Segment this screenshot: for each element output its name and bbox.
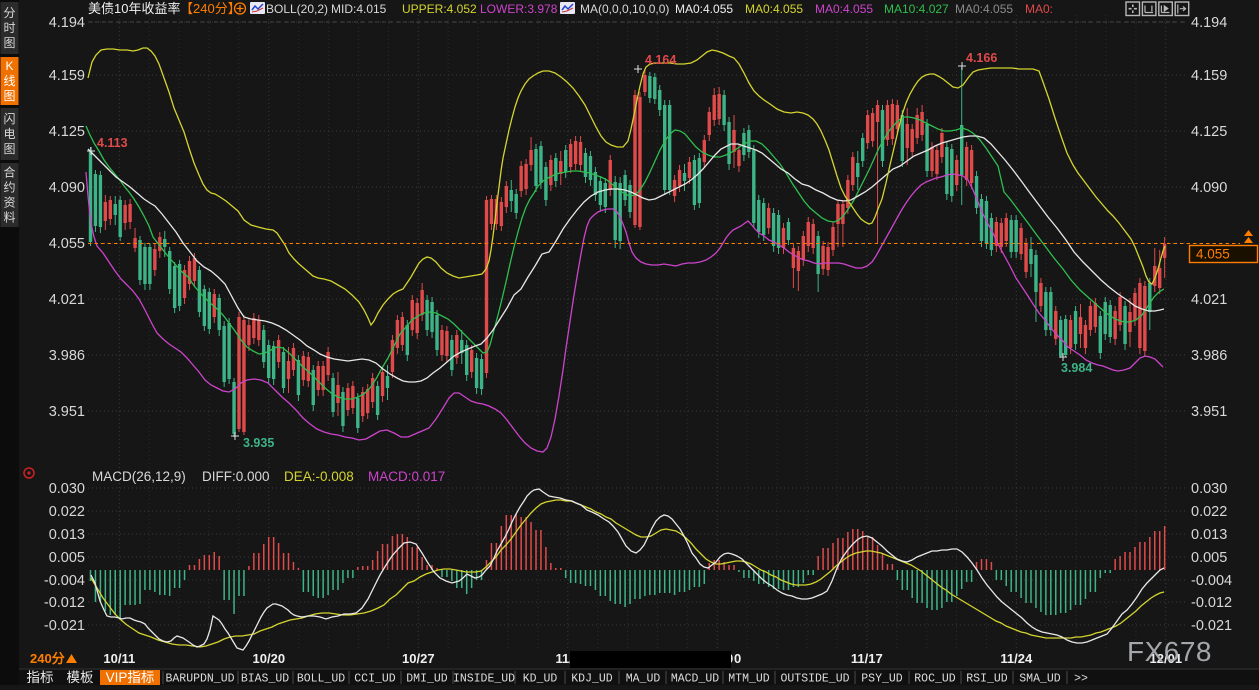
svg-text:4.055: 4.055 bbox=[1196, 243, 1230, 263]
svg-text:MA0:: MA0: bbox=[1025, 0, 1053, 17]
svg-text:MA0:4.055: MA0:4.055 bbox=[675, 0, 733, 17]
svg-text:4.021: 4.021 bbox=[49, 288, 85, 309]
svg-text:10/27: 10/27 bbox=[402, 648, 435, 667]
svg-text:3.984: 3.984 bbox=[1061, 357, 1092, 376]
svg-text:0.013: 0.013 bbox=[49, 523, 85, 544]
svg-text:4.021: 4.021 bbox=[1191, 288, 1227, 309]
svg-text:0.005: 0.005 bbox=[49, 546, 85, 567]
svg-text:图: 图 bbox=[3, 140, 15, 157]
svg-text:0.013: 0.013 bbox=[1191, 523, 1227, 544]
svg-text:3.986: 3.986 bbox=[1191, 344, 1227, 365]
svg-text:PSY_UD: PSY_UD bbox=[861, 673, 903, 686]
svg-text:【240分】: 【240分】 bbox=[180, 0, 241, 17]
svg-text:0.030: 0.030 bbox=[49, 477, 85, 498]
svg-text:-0.012: -0.012 bbox=[44, 591, 85, 612]
svg-text:4.159: 4.159 bbox=[49, 64, 85, 85]
svg-text:4.164: 4.164 bbox=[645, 49, 676, 68]
svg-text:3.986: 3.986 bbox=[49, 344, 85, 365]
svg-text:MACD_UD: MACD_UD bbox=[671, 673, 719, 686]
svg-text:美债10年收益率: 美债10年收益率 bbox=[88, 0, 180, 17]
svg-text:MA0:4.055: MA0:4.055 bbox=[745, 0, 803, 17]
svg-text:RSI_UD: RSI_UD bbox=[966, 673, 1008, 686]
svg-text:3.935: 3.935 bbox=[243, 432, 274, 451]
svg-text:3.951: 3.951 bbox=[49, 400, 85, 421]
svg-text:4.166: 4.166 bbox=[966, 47, 997, 66]
svg-text:DIFF:0.000: DIFF:0.000 bbox=[202, 465, 270, 485]
svg-text:MA0:4.055: MA0:4.055 bbox=[955, 0, 1013, 17]
svg-text:图: 图 bbox=[3, 34, 15, 51]
svg-text:图: 图 bbox=[3, 87, 15, 104]
svg-text:MA10:4.027: MA10:4.027 bbox=[884, 0, 949, 17]
svg-text:4.090: 4.090 bbox=[49, 176, 85, 197]
svg-text:11/17: 11/17 bbox=[851, 648, 883, 667]
svg-text:0.022: 0.022 bbox=[1191, 500, 1227, 521]
svg-text:OUTSIDE_UD: OUTSIDE_UD bbox=[780, 673, 849, 686]
svg-text:MACD(26,12,9): MACD(26,12,9) bbox=[92, 465, 186, 485]
svg-text:4.194: 4.194 bbox=[1191, 11, 1227, 32]
svg-text:4.125: 4.125 bbox=[1191, 120, 1227, 141]
svg-text:MACD:0.017: MACD:0.017 bbox=[368, 465, 445, 485]
svg-text:MTM_UD: MTM_UD bbox=[728, 673, 770, 686]
svg-text:CCI_UD: CCI_UD bbox=[354, 673, 396, 686]
svg-text:INSIDE_UD: INSIDE_UD bbox=[453, 673, 515, 686]
svg-text:KDJ_UD: KDJ_UD bbox=[571, 673, 613, 686]
svg-text:MA(0,0,0,10,0,0): MA(0,0,0,10,0,0) bbox=[580, 0, 669, 17]
svg-text:MID:4.015: MID:4.015 bbox=[331, 0, 387, 17]
svg-text:MA0:4.055: MA0:4.055 bbox=[815, 0, 873, 17]
svg-text:-0.004: -0.004 bbox=[44, 569, 85, 590]
svg-text:VIP指标: VIP指标 bbox=[106, 666, 155, 685]
svg-text:-0.012: -0.012 bbox=[1191, 591, 1232, 612]
svg-text:4.194: 4.194 bbox=[49, 11, 85, 32]
svg-text:DEA:-0.008: DEA:-0.008 bbox=[284, 465, 354, 485]
svg-text:料: 料 bbox=[3, 209, 15, 226]
svg-text:0.022: 0.022 bbox=[49, 500, 85, 521]
svg-text:MA_UD: MA_UD bbox=[626, 673, 661, 686]
svg-text:SMA_UD: SMA_UD bbox=[1019, 673, 1061, 686]
svg-text:指标: 指标 bbox=[27, 666, 54, 685]
svg-text:>>: >> bbox=[1074, 673, 1088, 686]
svg-text:4.125: 4.125 bbox=[49, 120, 85, 141]
svg-text:10/20: 10/20 bbox=[253, 648, 286, 667]
svg-text:-0.021: -0.021 bbox=[44, 614, 85, 635]
svg-text:4.055: 4.055 bbox=[49, 232, 85, 253]
svg-text:4.090: 4.090 bbox=[1191, 176, 1227, 197]
svg-text:DMI_UD: DMI_UD bbox=[406, 673, 448, 686]
svg-text:0.005: 0.005 bbox=[1191, 546, 1227, 567]
svg-text:BARUPDN_UD: BARUPDN_UD bbox=[165, 673, 234, 686]
svg-text:11/24: 11/24 bbox=[1000, 648, 1033, 667]
svg-text:KD_UD: KD_UD bbox=[523, 673, 558, 686]
svg-text:0: 0 bbox=[734, 648, 741, 667]
svg-text:UPPER:4.052: UPPER:4.052 bbox=[402, 0, 477, 17]
svg-text:FX678: FX678 bbox=[1127, 630, 1212, 670]
svg-text:-0.004: -0.004 bbox=[1191, 569, 1232, 590]
svg-text:3.951: 3.951 bbox=[1191, 400, 1227, 421]
svg-text:BIAS_UD: BIAS_UD bbox=[241, 673, 289, 686]
svg-text:4.113: 4.113 bbox=[97, 132, 128, 151]
svg-text:LOWER:3.978: LOWER:3.978 bbox=[480, 0, 558, 17]
svg-text:10/11: 10/11 bbox=[103, 648, 135, 667]
svg-text:0.030: 0.030 bbox=[1191, 477, 1227, 498]
svg-text:240分: 240分 bbox=[30, 648, 65, 667]
svg-text:ROC_UD: ROC_UD bbox=[914, 673, 956, 686]
svg-text:BOLL_UD: BOLL_UD bbox=[297, 673, 345, 686]
svg-text:BOLL(20,2): BOLL(20,2) bbox=[266, 0, 328, 17]
svg-text:4.159: 4.159 bbox=[1191, 64, 1227, 85]
